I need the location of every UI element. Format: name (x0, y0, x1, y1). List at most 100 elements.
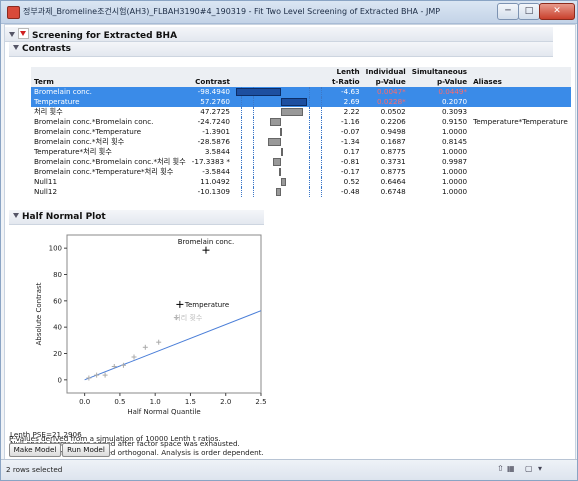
contrast-row[interactable]: Null12 -10.1309 -0.48 0.6748 1.0000 (31, 187, 571, 197)
reference-line (308, 127, 310, 137)
report-content: Screening for Extracted BHA Contrasts Te… (4, 24, 576, 460)
half-normal-outline-header[interactable]: Half Normal Plot (9, 210, 264, 225)
reference-line (252, 177, 254, 187)
disclosure-icon[interactable] (9, 32, 15, 37)
simultaneous-p-cell: 0.2070 (408, 97, 471, 107)
reference-line (320, 147, 322, 157)
run-model-button[interactable]: Run Model (62, 443, 110, 457)
contrast-bar (280, 178, 287, 186)
contrast-bar (280, 128, 283, 136)
individual-p-header[interactable]: Individual p-Value (362, 67, 409, 87)
simultaneous-p-cell: 1.0000 (441, 127, 468, 136)
reference-line (240, 187, 242, 197)
term-cell: Bromelain conc.*Bromelain conc.*처리 횟수 (34, 157, 186, 166)
aliases-cell (470, 187, 571, 197)
point-label: 처리 횟수 (174, 313, 203, 322)
contrast-header[interactable]: Contrast (188, 67, 233, 87)
x-tick-label: 2.0 (220, 398, 231, 406)
reference-line (240, 117, 242, 127)
contrast-bar-cell (232, 97, 329, 107)
simultaneous-p-header[interactable]: Simultaneous p-Value (408, 67, 471, 87)
app-window: 정부과제_Bromeline조건시험(AH3)_FLBAH3190#4_1903… (0, 0, 578, 481)
bar-header (232, 67, 329, 87)
reference-line (252, 147, 254, 157)
red-triangle-menu-icon[interactable] (18, 28, 29, 39)
aliases-cell (470, 87, 571, 97)
contrast-cell: 57.2760 (188, 97, 233, 107)
lenth-cell: -1.34 (341, 137, 360, 146)
contrast-row[interactable]: Temperature*처리 횟수 3.5844 0.17 0.8775 1.0000 (31, 147, 571, 157)
p-value-note: P-Values derived from a simulation of 10… (9, 434, 221, 443)
individual-p-cell: 0.8775 (380, 147, 406, 156)
individual-p-cell: 0.8775 (380, 167, 406, 176)
contrast-row[interactable]: Bromelain conc.*Bromelain conc.*처리 횟수 -17… (31, 157, 571, 167)
contrast-cell: 3.5844 (204, 147, 230, 156)
reference-line (320, 87, 322, 97)
contrast-bar-cell (233, 177, 329, 187)
reference-line (240, 147, 242, 157)
lenth-cell: 2.69 (328, 97, 363, 107)
simultaneous-p-cell: 0.9150 (441, 117, 468, 126)
term-cell: Null12 (34, 187, 58, 196)
contrast-row[interactable]: Bromelain conc.*Bromelain conc. -24.7240 -… (31, 117, 571, 127)
term-cell: 처리 횟수 (34, 107, 63, 116)
contrast-bar (280, 108, 303, 116)
contrast-row[interactable]: Null11 11.0492 0.52 0.6464 1.0000 (31, 177, 571, 187)
individual-p-cell: 0.9498 (380, 127, 406, 136)
reference-line (320, 117, 322, 127)
aliases-cell: Temperature*Temperature (473, 117, 568, 126)
jmp-app-icon (7, 6, 20, 19)
window-title: 정부과제_Bromeline조건시험(AH3)_FLBAH3190#4_1903… (23, 7, 441, 16)
reference-line (308, 97, 310, 107)
up-arrow-icon[interactable]: ⇧ (497, 464, 504, 473)
x-tick-label: 0.0 (79, 398, 90, 406)
y-axis-label: Absolute Contrast (35, 282, 43, 345)
disclosure-icon[interactable] (13, 213, 19, 218)
term-header[interactable]: Term (31, 67, 189, 87)
lenth-cell: -0.17 (341, 167, 360, 176)
reference-line (320, 167, 322, 177)
contrast-cell: 11.0492 (200, 177, 230, 186)
contrast-bar-cell (233, 127, 329, 137)
term-cell: Temperature (31, 97, 189, 107)
contrast-row[interactable]: Bromelain conc.*처리 횟수 -28.5876 -1.34 0.1687… (31, 137, 571, 147)
dropdown-icon[interactable]: ▾ (538, 464, 542, 473)
y-tick-label: 0 (58, 376, 62, 384)
window-icon[interactable]: ▢ (525, 464, 533, 473)
close-button[interactable]: ✕ (539, 3, 575, 20)
maximize-button[interactable]: □ (518, 3, 540, 20)
reference-line (240, 97, 242, 107)
y-tick-label: 40 (53, 324, 62, 332)
y-tick-label: 100 (49, 245, 62, 253)
contrast-row[interactable]: 처리 횟수 47.2725 2.22 0.0502 0.3093 (31, 107, 571, 117)
make-model-button[interactable]: Make Model (9, 443, 61, 457)
contrast-row[interactable]: Bromelain conc. -98.4940 -4.63 0.0047* 0.044… (31, 87, 571, 97)
reference-line (320, 97, 322, 107)
reference-line (320, 187, 322, 197)
minimize-button[interactable]: ─ (497, 3, 519, 20)
term-cell: Bromelain conc.*Temperature (34, 127, 142, 136)
report-outline-header[interactable]: Screening for Extracted BHA (5, 27, 553, 42)
contrast-bar (269, 118, 281, 126)
contrast-bar (280, 148, 283, 156)
lenth-header[interactable]: Lenth t-Ratio (328, 67, 363, 87)
individual-p-cell: 0.6464 (380, 177, 406, 186)
reference-line (308, 117, 310, 127)
title-bar: 정부과제_Bromeline조건시험(AH3)_FLBAH3190#4_1903… (1, 1, 577, 24)
aliases-cell (470, 157, 571, 167)
aliases-header[interactable]: Aliases (470, 67, 571, 87)
table-icon[interactable]: ▦ (507, 464, 515, 473)
contrasts-outline-header[interactable]: Contrasts (9, 42, 553, 57)
simultaneous-p-cell: 0.3093 (441, 107, 468, 116)
simultaneous-p-cell: 1.0000 (441, 167, 468, 176)
contrast-row[interactable]: Bromelain conc.*Temperature -1.3901 -0.07 0… (31, 127, 571, 137)
reference-line (320, 127, 322, 137)
individual-p-cell: 0.0502 (380, 107, 406, 116)
contrast-row[interactable]: Bromelain conc.*Temperature*처리 횟수 -3.5844… (31, 167, 571, 177)
contrast-cell: -24.7240 (197, 117, 230, 126)
half-normal-plot: 0.0 0.5 1.0 1.5 2.0 2.5 0 20 40 60 80 100 Half Norma… (35, 234, 267, 416)
reference-line (252, 117, 254, 127)
disclosure-icon[interactable] (13, 45, 19, 50)
simultaneous-p-cell: 0.8145 (441, 137, 468, 146)
contrast-row[interactable]: Temperature 57.2760 2.69 0.0228* 0.2070 (31, 97, 571, 107)
